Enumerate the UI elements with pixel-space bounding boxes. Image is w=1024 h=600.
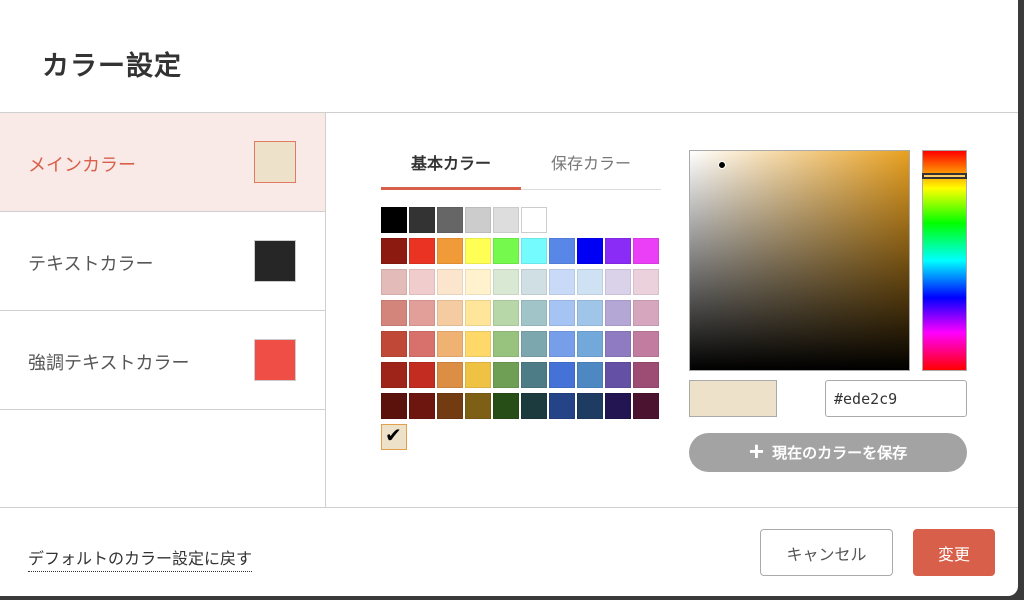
color-swatch[interactable] [409,362,435,388]
color-swatch[interactable] [437,238,463,264]
hue-slider-handle[interactable] [922,173,967,179]
saturation-value-picker[interactable] [689,150,910,371]
color-swatch[interactable] [381,300,407,326]
color-swatch[interactable] [521,362,547,388]
color-swatch[interactable] [437,300,463,326]
color-swatch[interactable] [633,269,659,295]
color-swatch[interactable] [549,269,575,295]
save-current-color-label: 現在のカラーを保存 [772,445,908,462]
checkmark-icon: ✔ [385,423,402,447]
color-swatch[interactable] [465,362,491,388]
color-swatch[interactable] [381,207,407,233]
color-swatch[interactable] [605,269,631,295]
color-swatch[interactable] [409,393,435,419]
color-swatch[interactable] [633,331,659,357]
color-swatch[interactable] [633,300,659,326]
color-swatch[interactable] [381,331,407,357]
color-swatch[interactable] [633,362,659,388]
tab-saved-colors[interactable]: 保存カラー [521,150,661,190]
save-current-color-button[interactable]: + 現在のカラーを保存 [689,433,967,472]
color-swatch[interactable] [381,238,407,264]
color-swatch[interactable] [493,300,519,326]
color-swatch[interactable] [577,362,603,388]
color-swatch[interactable] [465,238,491,264]
color-swatch[interactable] [633,238,659,264]
main-color-swatch [254,141,296,183]
color-swatch[interactable] [437,393,463,419]
color-swatch[interactable] [577,331,603,357]
color-swatch[interactable] [437,207,463,233]
color-swatch[interactable] [493,362,519,388]
sidebar-item-text-color[interactable]: テキストカラー [0,212,325,311]
picker-cursor-handle[interactable] [718,161,726,169]
sidebar-item-label: 強調テキストカラー [28,353,190,374]
color-swatch[interactable] [465,331,491,357]
color-swatch[interactable] [381,269,407,295]
color-swatch[interactable] [437,331,463,357]
plus-icon: + [748,436,765,466]
color-swatch[interactable] [465,269,491,295]
color-swatch[interactable] [605,393,631,419]
color-swatch[interactable] [409,207,435,233]
color-swatch[interactable] [521,393,547,419]
color-swatch[interactable] [521,331,547,357]
color-swatch[interactable] [605,238,631,264]
color-swatch[interactable] [521,269,547,295]
color-swatch[interactable] [381,362,407,388]
sidebar-item-main-color[interactable]: メインカラー [0,113,325,212]
tab-basic-colors[interactable]: 基本カラー [381,150,521,190]
color-swatch[interactable] [465,207,491,233]
color-swatch[interactable] [437,269,463,295]
sidebar-item-label: メインカラー [28,155,136,176]
color-swatch[interactable] [493,393,519,419]
color-target-sidebar: メインカラー テキストカラー 強調テキストカラー [0,113,326,507]
color-swatch[interactable] [521,238,547,264]
color-swatch[interactable] [549,300,575,326]
color-swatch[interactable] [605,362,631,388]
color-swatch[interactable] [493,331,519,357]
color-swatch[interactable] [605,331,631,357]
color-swatch[interactable] [493,269,519,295]
color-swatch[interactable] [633,393,659,419]
reset-default-colors-link[interactable]: デフォルトのカラー設定に戻す [28,545,253,572]
dialog-title: カラー設定 [42,51,182,82]
color-swatch[interactable] [521,300,547,326]
color-swatch[interactable] [465,393,491,419]
color-swatch[interactable] [409,300,435,326]
change-button[interactable]: 変更 [913,529,995,576]
active-tab-indicator [381,187,521,190]
sidebar-item-label: テキストカラー [28,254,154,275]
color-swatch[interactable] [549,238,575,264]
color-swatch[interactable] [577,269,603,295]
hex-color-input[interactable] [825,380,967,417]
text-color-swatch [254,240,296,282]
current-color-preview [689,380,777,417]
color-swatch[interactable] [493,207,519,233]
color-swatch[interactable] [577,393,603,419]
color-swatch[interactable] [493,238,519,264]
sidebar-item-emphasis-text-color[interactable]: 強調テキストカラー [0,311,325,410]
color-swatch[interactable] [409,331,435,357]
color-swatch[interactable] [465,300,491,326]
hue-slider[interactable] [922,150,967,371]
color-swatch[interactable] [549,393,575,419]
color-swatch[interactable] [549,362,575,388]
color-swatch[interactable] [409,269,435,295]
color-swatch[interactable] [521,207,547,233]
emphasis-text-color-swatch [254,339,296,381]
footer-divider [0,507,1018,508]
color-swatch[interactable] [409,238,435,264]
color-swatch[interactable] [549,331,575,357]
color-swatch[interactable] [437,362,463,388]
selected-color-swatch[interactable]: ✔ [381,423,407,450]
color-swatch[interactable] [577,300,603,326]
color-settings-dialog: カラー設定 メインカラー テキストカラー 強調テキストカラー 基本カラー 保存カ… [0,0,1018,596]
color-swatch[interactable] [381,393,407,419]
color-swatch[interactable] [577,238,603,264]
cancel-button[interactable]: キャンセル [760,529,893,576]
color-swatch[interactable] [605,300,631,326]
